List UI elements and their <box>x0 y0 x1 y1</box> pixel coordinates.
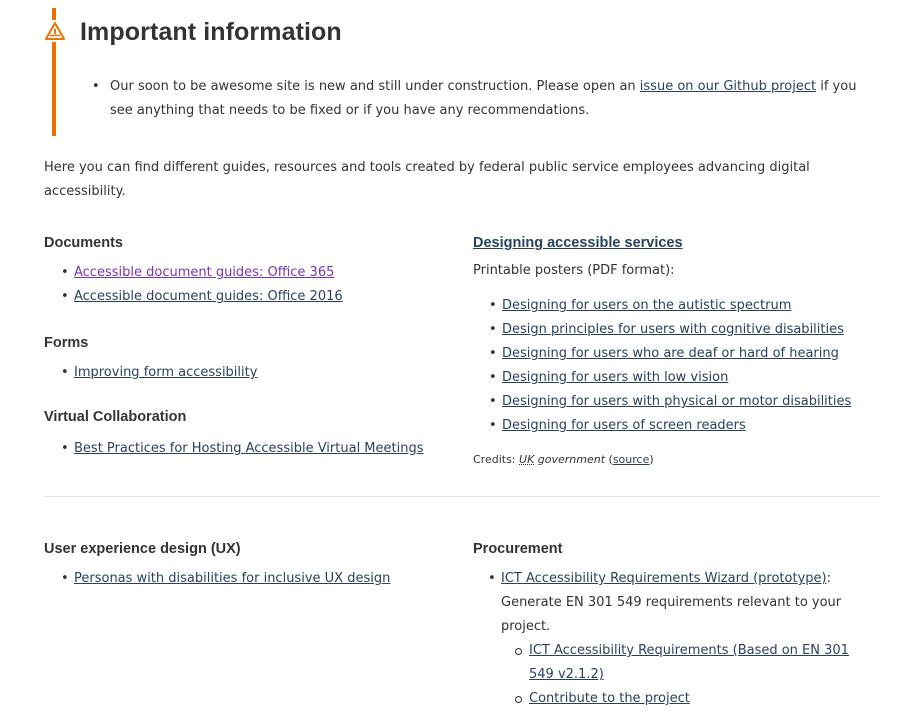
warning-icon <box>44 20 66 42</box>
form-accessibility-link[interactable]: Improving form accessibility <box>74 365 257 380</box>
list-item: Designing for users with physical or mot… <box>474 390 851 414</box>
list-item: ICT Accessibility Requirements (Based on… <box>473 639 873 687</box>
virtual-collaboration-list: Best Practices for Hosting Accessible Vi… <box>46 437 424 461</box>
github-issue-link[interactable]: issue on our Github project <box>640 79 816 94</box>
requirements-wizard-link[interactable]: ICT Accessibility Requirements Wizard (p… <box>501 571 827 586</box>
forms-heading: Forms <box>44 335 89 351</box>
list-item: Contribute to the project <box>473 687 873 711</box>
list-item: Accessible document guides: Office 2016 <box>46 285 343 309</box>
deaf-hard-of-hearing-poster-link[interactable]: Designing for users who are deaf or hard… <box>502 346 839 361</box>
designing-accessible-services-link[interactable]: Designing accessible services <box>473 235 683 251</box>
motor-disabilities-poster-link[interactable]: Designing for users with physical or mot… <box>502 394 851 409</box>
list-item: Personas with disabilities for inclusive… <box>46 567 390 591</box>
low-vision-poster-link[interactable]: Designing for users with low vision <box>502 370 728 385</box>
important-info-alert: Important information Our soon to be awe… <box>44 8 886 136</box>
procurement-list: ICT Accessibility Requirements Wizard (p… <box>473 567 873 711</box>
ict-requirements-link[interactable]: ICT Accessibility Requirements (Based on… <box>529 643 849 682</box>
ux-list: Personas with disabilities for inclusive… <box>46 567 390 591</box>
intro-paragraph: Here you can find different guides, reso… <box>44 160 810 199</box>
list-item: Designing for users with low vision <box>474 366 851 390</box>
uk-abbr: UK <box>519 453 535 466</box>
screen-readers-poster-link[interactable]: Designing for users of screen readers <box>502 418 746 433</box>
ux-heading: User experience design (UX) <box>44 541 241 557</box>
alert-title: Important information <box>80 18 342 46</box>
autistic-spectrum-poster-link[interactable]: Designing for users on the autistic spec… <box>502 298 791 313</box>
list-item: Accessible document guides: Office 365 <box>46 261 343 285</box>
credits-source-link[interactable]: source <box>613 453 650 466</box>
list-item: Designing for users who are deaf or hard… <box>474 342 851 366</box>
documents-list: Accessible document guides: Office 365 A… <box>46 261 343 309</box>
forms-list: Improving form accessibility <box>46 361 257 385</box>
alert-message: Our soon to be awesome site is new and s… <box>92 75 882 123</box>
procurement-sub-list: ICT Accessibility Requirements (Based on… <box>501 639 873 711</box>
list-item: ICT Accessibility Requirements Wizard (p… <box>473 567 873 711</box>
virtual-meetings-link[interactable]: Best Practices for Hosting Accessible Vi… <box>74 441 424 456</box>
section-divider <box>44 496 880 497</box>
procurement-heading: Procurement <box>473 541 563 557</box>
office-2016-guide-link[interactable]: Accessible document guides: Office 2016 <box>74 289 343 304</box>
documents-heading: Documents <box>44 235 123 251</box>
posters-note: Printable posters (PDF format): <box>473 263 675 278</box>
designing-heading: Designing accessible services <box>473 235 683 251</box>
list-item: Designing for users on the autistic spec… <box>474 294 851 318</box>
credits: Credits: UK government (source) <box>473 453 654 466</box>
list-item: Best Practices for Hosting Accessible Vi… <box>46 437 424 461</box>
cognitive-disabilities-poster-link[interactable]: Design principles for users with cogniti… <box>502 322 844 337</box>
list-item: Design principles for users with cogniti… <box>474 318 851 342</box>
personas-link[interactable]: Personas with disabilities for inclusive… <box>74 571 390 586</box>
posters-list: Designing for users on the autistic spec… <box>474 294 851 438</box>
virtual-collaboration-heading: Virtual Collaboration <box>44 409 187 425</box>
list-item: Designing for users of screen readers <box>474 414 851 438</box>
office-365-guide-link[interactable]: Accessible document guides: Office 365 <box>74 265 334 280</box>
alert-list: Our soon to be awesome site is new and s… <box>92 75 882 123</box>
list-item: Improving form accessibility <box>46 361 257 385</box>
